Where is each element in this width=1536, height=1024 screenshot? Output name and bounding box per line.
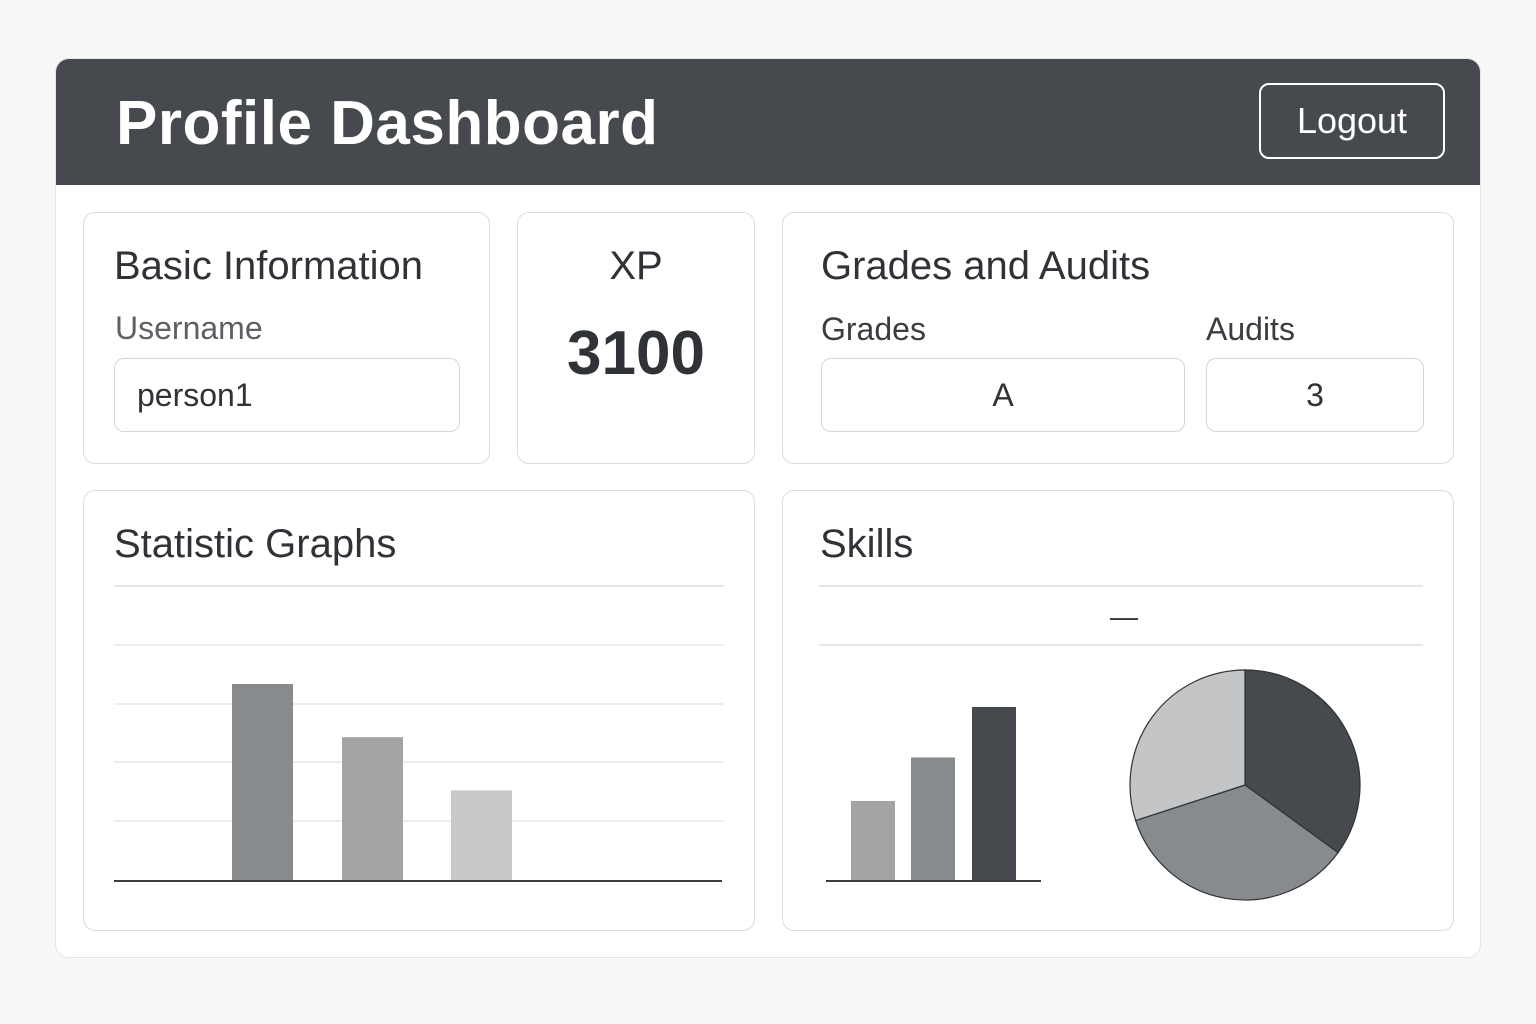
skills-dash-mark: —	[1110, 601, 1138, 632]
bar	[342, 737, 403, 881]
xp-title: XP	[609, 244, 663, 288]
basic-information-card: Basic Information Username person1	[83, 212, 490, 464]
dashboard-window: Profile Dashboard Logout Basic Informati…	[55, 58, 1481, 958]
skills-card: Skills —	[782, 490, 1454, 931]
username-field[interactable]: person1	[114, 358, 460, 432]
xp-value: 3100	[567, 319, 705, 388]
grades-audits-card: Grades and Audits Grades A Audits 3	[782, 212, 1454, 464]
bar	[232, 684, 293, 881]
basic-information-title: Basic Information	[114, 244, 424, 288]
bar	[451, 790, 512, 881]
grades-audits-title: Grades and Audits	[821, 244, 1151, 288]
skill-bar	[911, 757, 955, 881]
username-label: Username	[115, 310, 263, 346]
audits-label: Audits	[1206, 311, 1295, 347]
skill-bar	[851, 800, 895, 881]
logout-button[interactable]: Logout	[1259, 83, 1445, 159]
statistic-bar-chart	[114, 585, 724, 882]
audits-field[interactable]: 3	[1206, 358, 1424, 432]
skill-bar	[972, 707, 1016, 881]
page-title: Profile Dashboard	[116, 89, 659, 158]
xp-card: XP 3100	[517, 212, 755, 464]
grades-label: Grades	[821, 311, 926, 347]
statistic-graphs-card: Statistic Graphs	[83, 490, 755, 931]
header-bar: Profile Dashboard Logout	[56, 59, 1480, 185]
grades-field[interactable]: A	[821, 358, 1185, 432]
skills-charts	[819, 585, 1423, 901]
